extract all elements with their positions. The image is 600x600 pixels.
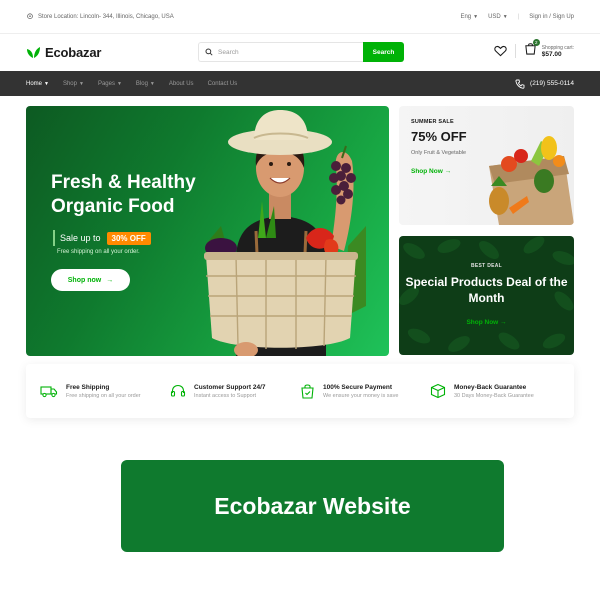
- feature-title: Free Shipping: [66, 383, 110, 391]
- hero-shop-now-button[interactable]: Shop now →: [51, 269, 130, 291]
- website-caption-banner: Ecobazar Website: [121, 460, 504, 552]
- summer-sale-shop-now-link[interactable]: Shop Now →: [411, 168, 451, 175]
- search-placeholder: Search: [218, 48, 239, 56]
- feature-title: 100% Secure Payment: [323, 383, 393, 391]
- feature-title: Customer Support 24/7: [194, 383, 266, 391]
- feature-desc: 30 Days Money-Back Guarantee: [454, 392, 534, 399]
- top-bar: Store Location: Lincoln- 344, Illinois, …: [0, 0, 600, 34]
- cart-button[interactable]: 2 Shopping cart: $57.00: [524, 39, 574, 60]
- heart-icon[interactable]: [494, 45, 507, 57]
- currency-select[interactable]: USD ▼: [488, 14, 508, 20]
- logo-text: Ecobazar: [45, 44, 102, 60]
- phone-number: (219) 555-0114: [530, 80, 574, 87]
- button-label: Shop now: [67, 276, 102, 284]
- summer-sale-discount: 75% OFF: [411, 129, 467, 144]
- hero-banner: Fresh & Healthy Organic Food Sale up to …: [26, 106, 389, 356]
- nav-label: Pages: [97, 80, 115, 87]
- summer-sale-subtitle: Only Fruit & Vegetable: [411, 150, 467, 156]
- feature-money-back: Money-Back Guarantee 30 Days Money-Back …: [430, 383, 560, 399]
- divider: [514, 44, 516, 58]
- link-label: Shop Now: [411, 168, 443, 175]
- feature-desc: We ensure your money is save: [323, 392, 399, 399]
- nav-label: Shop: [62, 80, 77, 87]
- chevron-down-icon: ▼: [44, 80, 49, 87]
- sale-percent-badge: 30% OFF: [106, 231, 151, 245]
- feature-desc: Instant access to Support: [194, 392, 257, 399]
- best-deal-eyebrow: BEST DEAL: [470, 263, 503, 269]
- best-deal-card[interactable]: BEST DEAL Special Products Deal of the M…: [399, 236, 574, 355]
- search-icon: [205, 48, 213, 56]
- search-input[interactable]: Search: [198, 42, 363, 62]
- store-location-text: Store Location: Lincoln- 344, Illinois, …: [38, 13, 174, 20]
- chevron-down-icon: ▼: [78, 80, 84, 87]
- nav-item-about[interactable]: About Us: [169, 81, 194, 87]
- best-deal-shop-now-link[interactable]: Shop Now →: [399, 319, 574, 326]
- nav-item-home[interactable]: Home ▼: [26, 81, 49, 87]
- store-location: Store Location: Lincoln- 344, Illinois, …: [26, 12, 174, 21]
- main-nav: Home ▼ Shop ▼ Pages ▼ Blog ▼ About Us Contac…: [0, 71, 600, 96]
- site-header: Ecobazar Search Search 2 Shopping cart: …: [0, 34, 600, 70]
- headphones-icon: [170, 384, 186, 397]
- shipping-note: Free shipping on all your order.: [57, 249, 140, 255]
- truck-icon: [40, 386, 58, 398]
- nav-label: Blog: [135, 80, 148, 87]
- leaf-logo-icon: [27, 46, 40, 58]
- feature-title: Money-Back Guarantee: [454, 383, 527, 391]
- sign-up-link[interactable]: Sign Up: [553, 14, 574, 20]
- language-value: Eng: [460, 13, 472, 20]
- arrow-right-icon: →: [444, 168, 452, 175]
- sale-text: Sale up to: [60, 233, 101, 243]
- chevron-down-icon: ▼: [149, 80, 155, 87]
- language-select[interactable]: Eng ▼: [460, 14, 478, 20]
- sign-in-link[interactable]: Sign in: [529, 14, 547, 20]
- chevron-down-icon: ▼: [116, 80, 122, 87]
- summer-sale-eyebrow: SUMMER SALE: [411, 119, 454, 125]
- feature-free-shipping: Free Shipping Free shipping on all your …: [40, 384, 170, 399]
- hero-headline: Fresh & Healthy Organic Food: [51, 172, 196, 217]
- search-bar: Search Search: [198, 42, 404, 62]
- nav-label: Home: [26, 80, 43, 87]
- chevron-down-icon: ▼: [502, 13, 508, 20]
- package-icon: [430, 383, 446, 399]
- link-label: Shop Now: [466, 319, 499, 326]
- best-deal-title: Special Products Deal of the Month: [405, 275, 568, 305]
- logo[interactable]: Ecobazar: [26, 45, 101, 60]
- feature-secure-payment: 100% Secure Payment We ensure your money…: [300, 383, 430, 399]
- cart-icon-wrap: 2: [524, 39, 540, 60]
- currency-value: USD: [488, 13, 501, 20]
- cart-label: Shopping cart:: [541, 44, 574, 51]
- phone-icon: [515, 79, 525, 89]
- feature-customer-support: Customer Support 24/7 Instant access to …: [170, 383, 300, 399]
- map-pin-icon: [27, 12, 33, 19]
- features-strip: Free Shipping Free shipping on all your …: [26, 364, 574, 418]
- hero-sale-line: Sale up to 30% OFF: [53, 230, 151, 246]
- nav-item-contact[interactable]: Contact Us: [208, 81, 238, 87]
- nav-item-shop[interactable]: Shop ▼: [63, 81, 84, 87]
- nav-item-pages[interactable]: Pages ▼: [98, 81, 122, 87]
- chevron-down-icon: ▼: [473, 13, 479, 20]
- shopping-bag-icon: [301, 384, 314, 399]
- feature-desc: Free shipping on all your order: [66, 392, 141, 399]
- search-button[interactable]: Search: [363, 42, 404, 62]
- auth-separator: /: [549, 13, 551, 20]
- arrow-right-icon: →: [106, 276, 114, 284]
- cart-amount: $57.00: [541, 50, 562, 58]
- farmer-with-vegetable-basket-image: [204, 110, 366, 356]
- arrow-right-icon: →: [500, 319, 507, 326]
- cart-count-badge: 2: [532, 39, 540, 46]
- grocery-bag-image: [489, 136, 574, 225]
- divider: |: [517, 13, 520, 20]
- nav-item-blog[interactable]: Blog ▼: [136, 81, 155, 87]
- summer-sale-card[interactable]: SUMMER SALE 75% OFF Only Fruit & Vegetab…: [399, 106, 574, 225]
- phone-link[interactable]: (219) 555-0114: [515, 79, 574, 89]
